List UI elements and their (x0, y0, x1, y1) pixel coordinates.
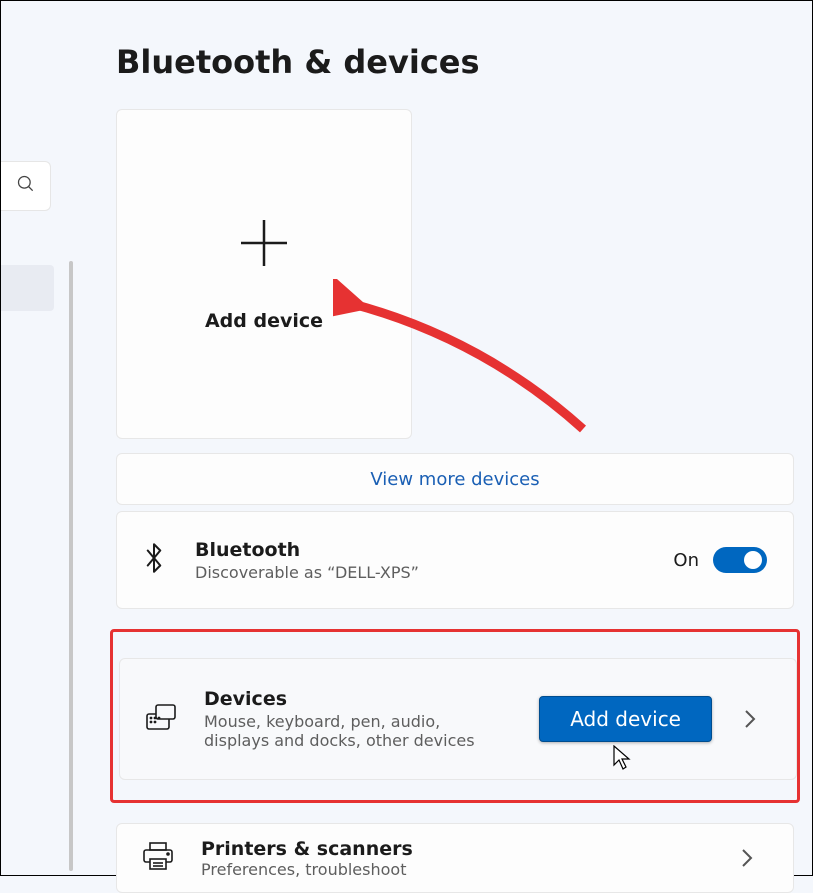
devices-icon (146, 704, 176, 734)
devices-panel[interactable]: Devices Mouse, keyboard, pen, audio, dis… (119, 658, 797, 780)
printers-title: Printers & scanners (201, 838, 413, 860)
add-device-tile[interactable]: Add device (116, 109, 412, 439)
search-button[interactable] (1, 161, 51, 211)
add-device-tile-label: Add device (205, 310, 323, 332)
plus-icon (237, 216, 291, 270)
bluetooth-subtitle: Discoverable as “DELL-XPS” (195, 563, 419, 582)
bluetooth-title: Bluetooth (195, 539, 419, 561)
devices-subtitle: Mouse, keyboard, pen, audio, displays an… (204, 712, 504, 750)
bluetooth-toggle[interactable] (713, 547, 767, 573)
printers-panel[interactable]: Printers & scanners Preferences, trouble… (116, 823, 794, 893)
bluetooth-panel: Bluetooth Discoverable as “DELL-XPS” On (116, 511, 794, 609)
page-title: Bluetooth & devices (116, 43, 480, 81)
printers-chevron[interactable] (727, 848, 767, 868)
view-more-devices-link[interactable]: View more devices (116, 453, 794, 505)
toggle-knob (744, 551, 762, 569)
bluetooth-toggle-label: On (673, 550, 699, 571)
annotation-highlight-box: Devices Mouse, keyboard, pen, audio, dis… (110, 629, 800, 803)
devices-title: Devices (204, 688, 504, 710)
bluetooth-icon (143, 543, 165, 577)
content-divider (69, 261, 73, 871)
search-icon (16, 174, 36, 198)
view-more-label: View more devices (370, 469, 539, 490)
devices-chevron[interactable] (730, 709, 770, 729)
content-area: Add device View more devices Bluetooth D… (116, 109, 796, 893)
sidebar-selected-indicator (1, 265, 54, 311)
add-device-button[interactable]: Add device (539, 696, 712, 742)
printer-icon (143, 842, 173, 874)
